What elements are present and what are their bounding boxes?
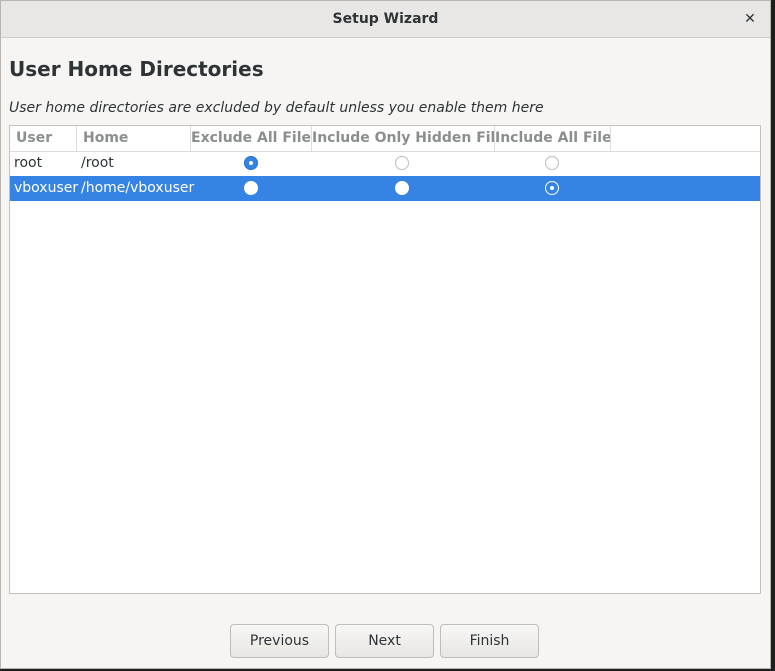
exclude-all-radio[interactable]	[244, 156, 258, 170]
home-directories-table: User Home Exclude All Files Include Only…	[9, 125, 761, 594]
setup-wizard-window: Setup Wizard ✕ User Home Directories Use…	[0, 0, 771, 669]
column-header-include-hidden[interactable]: Include Only Hidden Files	[312, 126, 495, 151]
page-subtitle: User home directories are excluded by de…	[9, 100, 544, 116]
previous-button[interactable]: Previous	[230, 624, 329, 658]
table-row-selected[interactable]: vboxuser /home/vboxuser	[10, 176, 760, 201]
next-button[interactable]: Next	[335, 624, 434, 658]
user-cell: vboxuser	[14, 180, 79, 196]
include-all-radio[interactable]	[545, 181, 559, 195]
home-cell: /root	[81, 155, 114, 171]
include-all-radio[interactable]	[545, 156, 559, 170]
home-cell: /home/vboxuser	[81, 180, 195, 196]
include-hidden-radio[interactable]	[395, 156, 409, 170]
finish-button[interactable]: Finish	[440, 624, 539, 658]
column-header-user[interactable]: User	[10, 126, 77, 151]
user-cell: root	[14, 155, 43, 171]
page-title: User Home Directories	[9, 57, 264, 81]
include-hidden-radio[interactable]	[395, 181, 409, 195]
window-title: Setup Wizard	[332, 11, 439, 27]
table-header: User Home Exclude All Files Include Only…	[10, 126, 760, 152]
exclude-all-radio[interactable]	[244, 181, 258, 195]
table-row[interactable]: root /root	[10, 151, 760, 176]
column-header-exclude-all[interactable]: Exclude All Files	[191, 126, 312, 151]
column-header-home[interactable]: Home	[77, 126, 191, 151]
title-bar: Setup Wizard ✕	[1, 1, 770, 38]
close-icon[interactable]: ✕	[738, 7, 762, 31]
column-header-include-all[interactable]: Include All Files	[495, 126, 611, 151]
